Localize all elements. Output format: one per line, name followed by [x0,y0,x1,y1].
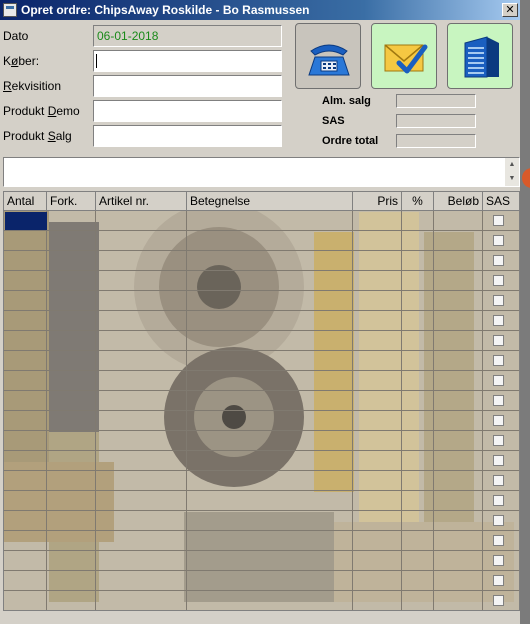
column-header-betegnelse[interactable]: Betegnelse [187,192,353,211]
grid-column-divider [46,211,47,610]
sas-checkbox[interactable] [493,435,504,446]
sas-checkbox[interactable] [493,515,504,526]
table-row[interactable] [4,430,519,431]
koeber-label: Køber: [3,54,40,68]
table-row[interactable] [4,370,519,371]
sas-checkbox[interactable] [493,575,504,586]
grid-column-divider [186,211,187,610]
sas-checkbox[interactable] [493,455,504,466]
column-header-beloeb[interactable]: Beløb [434,192,483,211]
window-bottom-border [0,612,520,624]
table-row[interactable] [4,610,520,611]
grid-column-divider [352,211,353,610]
grid-column-divider [95,211,96,610]
table-row[interactable] [4,330,519,331]
rekvisition-input[interactable] [93,75,282,97]
produkt-demo-label: Produkt Demo [3,104,80,118]
sas-checkbox[interactable] [493,295,504,306]
sas-checkbox[interactable] [493,495,504,506]
table-row[interactable] [4,310,519,311]
column-header-fork[interactable]: Fork. [47,192,96,211]
sas-checkbox[interactable] [493,335,504,346]
grid-header: Antal Fork. Artikel nr. Betegnelse Pris% Belø… [4,192,519,211]
phone-button[interactable] [295,23,361,89]
alm-salg-value [396,94,476,108]
sas-checkbox[interactable] [493,595,504,606]
notes-textarea[interactable]: ▲ ▼ [3,157,520,187]
sas-checkbox[interactable] [493,475,504,486]
table-row[interactable] [4,490,519,491]
close-button[interactable]: ✕ [502,3,518,17]
sas-checkbox[interactable] [493,215,504,226]
sas-checkbox[interactable] [493,275,504,286]
scroll-up-icon[interactable]: ▲ [507,160,517,170]
rekvisition-label: Rekvisition [3,79,62,93]
table-row[interactable] [4,270,519,271]
table-row[interactable] [4,470,519,471]
ordre-total-label: Ordre total [322,135,379,147]
grid-column-divider [401,211,402,610]
ordre-total-value [396,134,476,148]
table-row[interactable] [4,390,519,391]
table-row[interactable] [4,250,519,251]
produkt-salg-input[interactable] [93,125,282,147]
sas-checkbox[interactable] [493,315,504,326]
table-row[interactable] [4,570,519,571]
mail-button[interactable] [371,23,437,89]
table-row[interactable] [4,530,519,531]
table-row[interactable] [4,510,519,511]
sas-checkbox[interactable] [493,555,504,566]
table-row[interactable] [4,350,519,351]
sas-checkbox[interactable] [493,375,504,386]
desktop-widget [522,168,530,188]
order-lines-grid[interactable]: Antal Fork. Artikel nr. Betegnelse Pris% Belø… [3,191,520,611]
grid-column-divider [482,211,483,610]
sas-checkbox[interactable] [493,395,504,406]
window-title: Opret ordre: ChipsAway Roskilde - Bo Ras… [21,3,310,17]
column-header-sas[interactable]: SAS [483,192,519,211]
table-row[interactable] [4,550,519,551]
column-header-artikel[interactable]: Artikel nr. [96,192,187,211]
sas-checkbox[interactable] [493,255,504,266]
table-row[interactable] [4,590,519,591]
table-row[interactable] [4,450,519,451]
dato-field: 06-01-2018 [93,25,282,47]
sas-checkbox[interactable] [493,535,504,546]
notes-scrollbar[interactable]: ▲ ▼ [505,158,519,186]
column-header-pris[interactable]: Pris [353,192,402,211]
column-header-procent[interactable]: % [402,192,434,211]
sas-checkbox[interactable] [493,415,504,426]
scroll-down-icon[interactable]: ▼ [507,174,517,184]
produkt-salg-label: Produkt Salg [3,129,72,143]
sas-value [396,114,476,128]
sas-checkbox[interactable] [493,235,504,246]
koeber-input[interactable] [93,50,282,72]
background-photo [4,192,519,610]
column-header-antal[interactable]: Antal [4,192,47,211]
mail-check-icon [384,44,428,74]
sas-checkbox[interactable] [493,355,504,366]
sas-label: SAS [322,115,345,127]
dato-label: Dato [3,29,29,43]
building-button[interactable] [447,23,513,89]
app-icon [3,3,17,17]
phone-icon [308,44,350,76]
order-window: Opret ordre: ChipsAway Roskilde - Bo Ras… [0,0,520,624]
table-row[interactable] [4,230,519,231]
table-row[interactable] [4,410,519,411]
selected-cell[interactable] [5,212,47,230]
desktop-edge [520,0,530,624]
table-row[interactable] [4,290,519,291]
alm-salg-label: Alm. salg [322,95,371,107]
produkt-demo-input[interactable] [93,100,282,122]
title-bar: Opret ordre: ChipsAway Roskilde - Bo Ras… [0,0,520,20]
grid-column-divider [433,211,434,610]
building-icon [464,36,499,78]
